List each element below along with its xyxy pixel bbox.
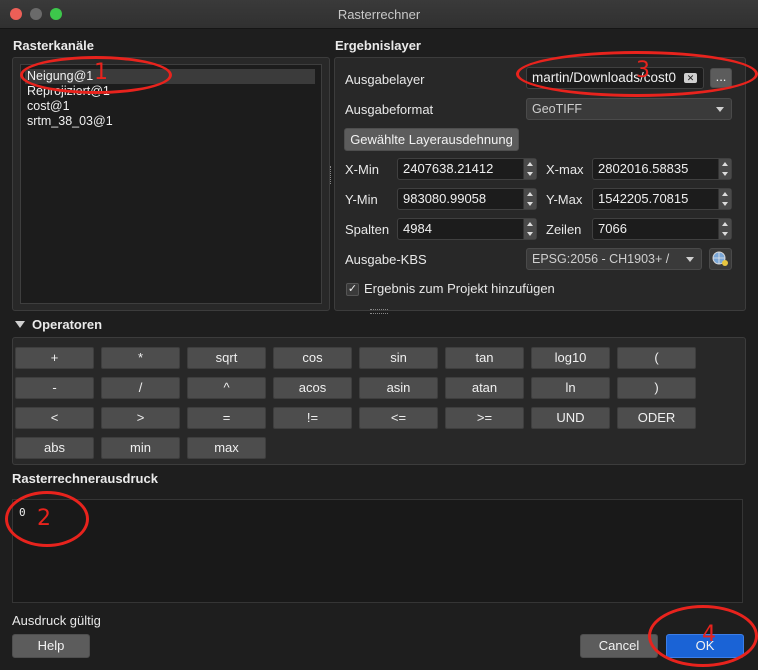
operator-button[interactable]: ODER [617, 407, 696, 429]
annotation-number-4: 4 [702, 622, 716, 647]
operator-button[interactable]: > [101, 407, 180, 429]
rows-input[interactable]: 7066 [592, 218, 732, 240]
operator-button[interactable]: ln [531, 377, 610, 399]
xmax-value: 2802016.58835 [598, 161, 689, 176]
operator-button[interactable]: abs [15, 437, 94, 459]
output-crs-label: Ausgabe-KBS [345, 252, 427, 267]
collapse-triangle-icon[interactable] [15, 321, 25, 328]
xmin-spinner[interactable] [523, 159, 536, 179]
operator-button[interactable]: min [101, 437, 180, 459]
ymax-value: 1542205.70815 [598, 191, 689, 206]
window-title: Rasterrechner [337, 7, 421, 22]
operator-button[interactable]: asin [359, 377, 438, 399]
xmax-spinner[interactable] [718, 159, 731, 179]
help-button[interactable]: Help [12, 634, 90, 658]
xmin-input[interactable]: 2407638.21412 [397, 158, 537, 180]
operator-button[interactable]: = [187, 407, 266, 429]
output-layer-label: Ausgabelayer [345, 72, 425, 87]
ymin-label: Y-Min [345, 192, 378, 207]
crs-selector-button[interactable] [709, 248, 732, 270]
title-bar: Rasterrechner [0, 0, 758, 29]
annotation-number-2: 2 [37, 506, 51, 531]
output-crs-value: EPSG:2056 - CH1903+ / [532, 252, 670, 266]
operator-button[interactable]: != [273, 407, 352, 429]
rows-value: 7066 [598, 221, 627, 236]
operator-button[interactable]: log10 [531, 347, 610, 369]
xmax-label: X-max [546, 162, 584, 177]
operator-button[interactable]: - [15, 377, 94, 399]
operator-button[interactable]: < [15, 407, 94, 429]
operator-button[interactable]: * [101, 347, 180, 369]
list-item[interactable]: cost@1 [25, 99, 315, 114]
raster-bands-panel: Neigung@1 Reprojiziert@1 cost@1 srtm_38_… [12, 57, 330, 311]
raster-bands-heading: Rasterkanäle [13, 38, 94, 53]
ymin-spinner[interactable] [523, 189, 536, 209]
operator-button[interactable]: tan [445, 347, 524, 369]
expression-heading: Rasterrechnerausdruck [12, 471, 158, 486]
annotation-number-3: 3 [636, 58, 650, 83]
operator-button[interactable]: sin [359, 347, 438, 369]
chevron-down-icon [716, 107, 724, 112]
operator-button[interactable]: + [15, 347, 94, 369]
ymin-input[interactable]: 983080.99058 [397, 188, 537, 210]
ymax-input[interactable]: 1542205.70815 [592, 188, 732, 210]
operators-heading[interactable]: Operatoren [32, 317, 102, 332]
columns-value: 4984 [403, 221, 432, 236]
annotation-number-1: 1 [94, 60, 108, 85]
operator-button[interactable]: ^ [187, 377, 266, 399]
columns-input[interactable]: 4984 [397, 218, 537, 240]
rows-label: Zeilen [546, 222, 582, 237]
add-to-project-label: Ergebnis zum Projekt hinzufügen [364, 281, 555, 296]
expression-editor[interactable]: 0 [12, 499, 743, 603]
globe-icon [712, 251, 728, 266]
operator-button[interactable]: atan [445, 377, 524, 399]
output-format-value: GeoTIFF [532, 102, 583, 116]
add-to-project-checkbox[interactable]: ✓ [346, 283, 359, 296]
output-format-select[interactable]: GeoTIFF [526, 98, 732, 120]
columns-label: Spalten [345, 222, 390, 237]
operator-button[interactable]: sqrt [187, 347, 266, 369]
cancel-button[interactable]: Cancel [580, 634, 658, 658]
output-format-label: Ausgabeformat [345, 102, 434, 117]
result-layer-heading: Ergebnislayer [335, 38, 421, 53]
ymax-spinner[interactable] [718, 189, 731, 209]
operator-button[interactable]: <= [359, 407, 438, 429]
operator-button[interactable]: acos [273, 377, 352, 399]
xmin-label: X-Min [345, 162, 379, 177]
operator-button[interactable]: max [187, 437, 266, 459]
ymin-value: 983080.99058 [403, 191, 487, 206]
operator-button[interactable]: ) [617, 377, 696, 399]
operator-button[interactable]: ( [617, 347, 696, 369]
splitter-handle[interactable] [370, 309, 388, 314]
chevron-down-icon [686, 257, 694, 262]
raster-bands-list[interactable]: Neigung@1 Reprojiziert@1 cost@1 srtm_38_… [20, 64, 322, 304]
expression-status: Ausdruck gültig [12, 613, 101, 628]
xmax-input[interactable]: 2802016.58835 [592, 158, 732, 180]
output-crs-select[interactable]: EPSG:2056 - CH1903+ / [526, 248, 702, 270]
columns-spinner[interactable] [523, 219, 536, 239]
list-item[interactable]: srtm_38_03@1 [25, 114, 315, 129]
operator-button[interactable]: / [101, 377, 180, 399]
xmin-value: 2407638.21412 [403, 161, 494, 176]
operator-button[interactable]: >= [445, 407, 524, 429]
selected-layer-extent-button[interactable]: Gewählte Layerausdehnung [344, 128, 519, 151]
operator-button[interactable]: cos [273, 347, 352, 369]
operator-button[interactable]: UND [531, 407, 610, 429]
rows-spinner[interactable] [718, 219, 731, 239]
ymax-label: Y-Max [546, 192, 583, 207]
